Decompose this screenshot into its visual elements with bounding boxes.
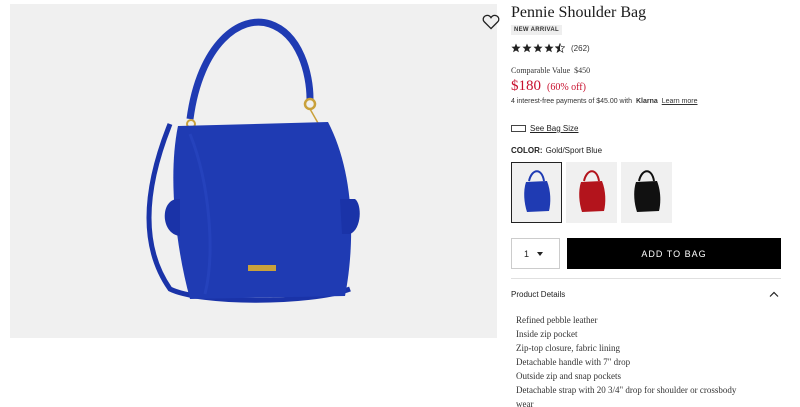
price-amount: $180 [511,78,541,94]
caret-down-icon [537,251,544,256]
product-details-toggle[interactable]: Product Details [511,290,781,299]
product-title: Pennie Shoulder Bag [511,4,647,21]
quantity-select[interactable]: 1 [511,238,560,269]
new-arrival-badge: NEW ARRIVAL [511,25,562,35]
swatch-black[interactable] [621,162,672,223]
color-value: Gold/Sport Blue [545,146,603,155]
discount-percent: (60% off) [547,82,586,93]
learn-more-link[interactable]: Learn more [662,98,698,105]
feature-item: Detachable strap with 20 3/4" drop for s… [516,385,737,395]
feature-item: Zip-top closure, fabric lining [516,343,620,353]
product-image[interactable] [10,4,500,338]
swatch-bag-black [634,170,661,212]
feature-item: Detachable handle with 7" drop [516,357,631,367]
color-selection: COLOR: Gold/Sport Blue [511,146,602,155]
comparable-amount: $450 [574,66,591,75]
feature-list: Refined pebble leather Inside zip pocket… [516,313,736,407]
feature-item: Refined pebble leather [516,315,598,325]
color-swatches [511,162,676,223]
bag-illustration [146,18,360,303]
star-icon [533,43,543,53]
ruler-icon [511,125,526,132]
klarna-financing: 4 interest-free payments of $45.00 with … [511,98,698,105]
swatch-bag-red [579,170,606,212]
swatch-gold-sport-blue[interactable] [511,162,562,223]
swatch-red[interactable] [566,162,617,223]
chevron-up-icon [769,291,779,297]
feature-item: Outside zip and snap pockets [516,371,621,381]
divider [511,278,781,279]
star-icon [544,43,554,53]
feature-item: Inside zip pocket [516,329,578,339]
see-bag-size-link[interactable]: See Bag Size [511,124,578,133]
review-count[interactable]: (262) [571,44,590,53]
rating[interactable]: (262) [511,43,590,53]
bag-size-label: See Bag Size [530,124,579,133]
quantity-value: 1 [524,248,530,259]
heart-icon[interactable] [482,14,500,30]
comparable-value: Comparable Value $450 [511,66,590,75]
star-icon [522,43,532,53]
details-heading: Product Details [511,290,566,299]
klarna-text: 4 interest-free payments of $45.00 with [511,98,633,105]
klarna-logo: Klarna [635,98,658,105]
comparable-label: Comparable Value [511,66,571,75]
star-half-icon [555,43,565,53]
add-to-bag-button[interactable]: ADD TO BAG [567,238,781,269]
feature-item: wear [516,399,534,407]
sale-price: $180 (60% off) [511,77,586,95]
swatch-bag-blue [524,170,551,212]
star-icon [511,43,521,53]
color-label: COLOR: [511,146,543,155]
